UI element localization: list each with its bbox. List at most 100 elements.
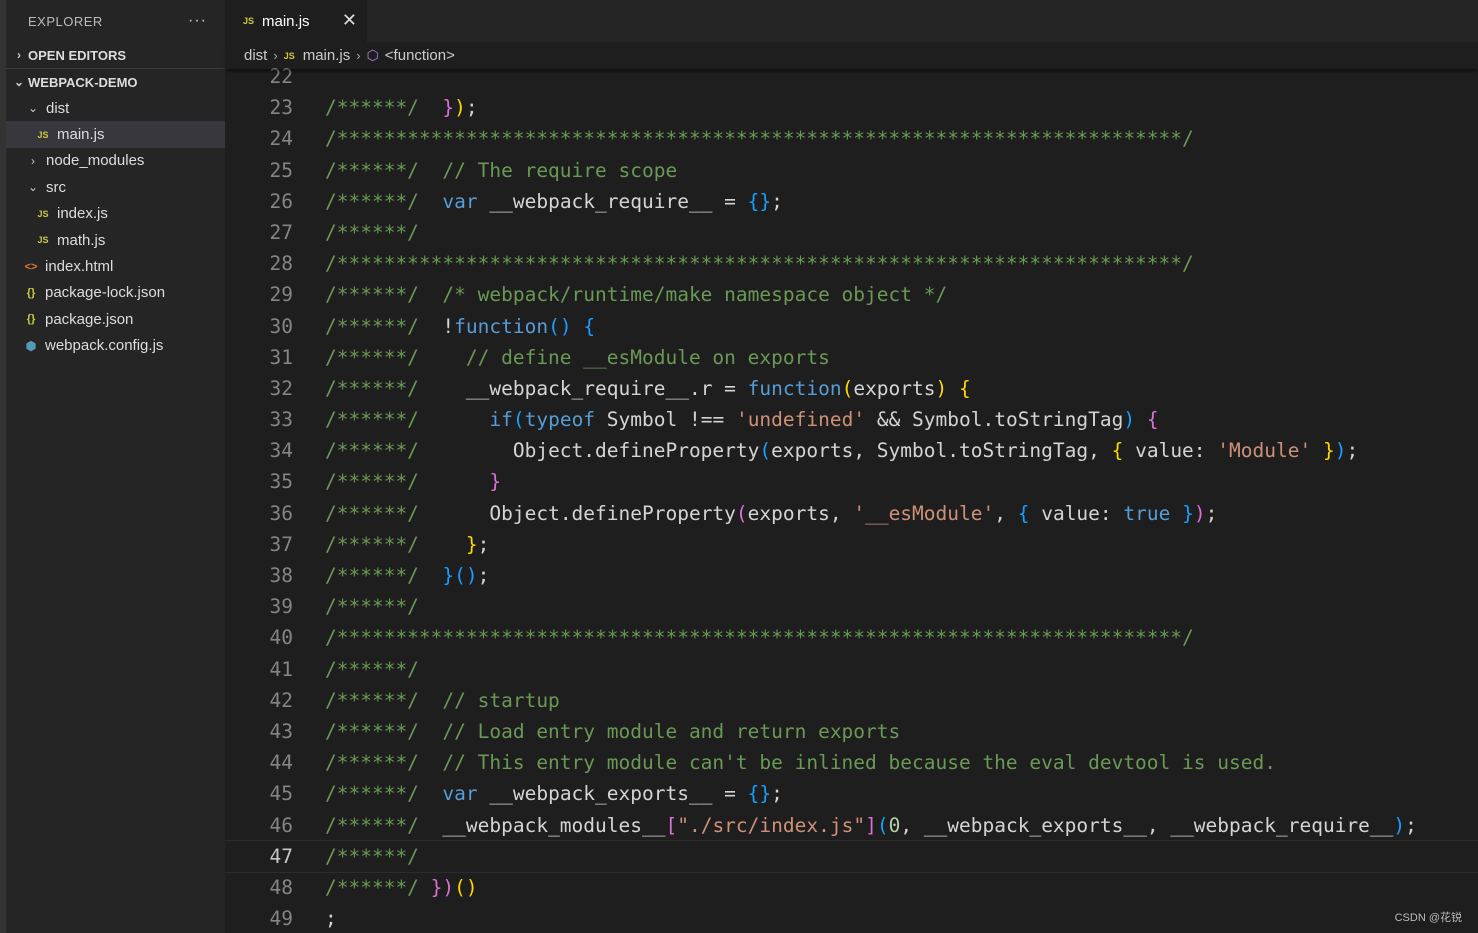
code-line[interactable]: 29 /******/ /* webpack/runtime/make names… [225, 279, 1478, 310]
code-line[interactable]: 34 /******/ Object.defineProperty(exports… [225, 435, 1478, 466]
tree-item-label: package-lock.json [45, 284, 166, 302]
line-content: /******/ } [325, 466, 501, 497]
code-token: } [465, 532, 478, 556]
tree-item-webpack-config-js[interactable]: ⬢ webpack.config.js [6, 333, 225, 359]
code-token: { [1111, 439, 1124, 463]
code-line[interactable]: 37 /******/ }; [225, 529, 1478, 560]
tree-item-math-js[interactable]: JS math.js [6, 227, 225, 253]
code-token: ! [442, 314, 455, 338]
code-line[interactable]: 42 /******/ // startup [225, 685, 1478, 716]
breadcrumb-symbol[interactable]: <function> [385, 47, 455, 64]
code-token: /******/ /* webpack/runtime/make namespa… [325, 283, 948, 307]
code-line[interactable]: 40 /*************************************… [225, 622, 1478, 653]
chevron-right-icon: › [356, 48, 361, 63]
code-token: /***************************************… [325, 252, 1194, 276]
project-section[interactable]: ⌄ WEBPACK-DEMO [6, 68, 225, 95]
line-number: 24 [269, 127, 293, 151]
code-token: , __webpack_exports__, __webpack_require… [900, 813, 1394, 837]
line-number: 49 [269, 907, 293, 931]
code-line[interactable]: 44 /******/ // This entry module can't be… [225, 747, 1478, 778]
line-content: /******/ // startup [325, 685, 560, 716]
tree-item-main-js[interactable]: JS main.js [6, 121, 225, 148]
tree-item-label: node_modules [46, 152, 145, 170]
code-token: if [489, 408, 513, 432]
open-editors-section[interactable]: › OPEN EDITORS [6, 42, 225, 68]
code-token: } [1182, 501, 1194, 525]
code-line[interactable]: 45 /******/ var __webpack_exports__ = {}; [225, 778, 1478, 809]
editor-area: JS main.js ✕ dist › JS main.js › ⬡ <func… [225, 0, 1478, 933]
code-line[interactable]: 24 /*************************************… [225, 123, 1478, 154]
code-line[interactable]: 46 /******/ __webpack_modules__["./src/in… [225, 810, 1478, 841]
line-content: /******/ var __webpack_require__ = {}; [325, 186, 783, 217]
code-token: '__esModule' [853, 501, 995, 525]
line-content: /******/ }); [325, 92, 478, 123]
cube-icon: ⬡ [366, 47, 379, 63]
code-line[interactable]: 31 /******/ // define __esModule on expor… [225, 342, 1478, 373]
code-token: ) [935, 376, 948, 400]
tree-item-package-json[interactable]: {} package.json [6, 306, 225, 332]
code-token: "./src/index.js" [677, 813, 866, 837]
code-token: ; [771, 782, 783, 806]
code-line[interactable]: 32 /******/ __webpack_require__.r = funct… [225, 373, 1478, 404]
chevron-right-icon: › [31, 153, 35, 168]
tree-item-label: index.js [57, 205, 108, 223]
ellipsis-icon[interactable]: ··· [188, 12, 207, 30]
breadcrumb-folder[interactable]: dist [244, 47, 267, 64]
code-line[interactable]: 43 /******/ // Load entry module and retu… [225, 716, 1478, 747]
tree-item-index-js[interactable]: JS index.js [6, 201, 225, 227]
code-line[interactable]: 49; [225, 903, 1478, 933]
tree-item-dist[interactable]: ⌄ dist [6, 95, 225, 121]
breadcrumb-file[interactable]: main.js [303, 47, 351, 64]
code-token: && Symbol.toStringTag [865, 408, 1124, 432]
tree-item-package-lock-json[interactable]: {} package-lock.json [6, 280, 225, 306]
code-line[interactable]: 23 /******/ }); [225, 92, 1478, 123]
js-file-icon: JS [37, 129, 49, 140]
code-token: () [454, 564, 478, 587]
tree-item-src[interactable]: ⌄ src [6, 174, 225, 200]
code-token: exports [853, 376, 936, 400]
code-line[interactable]: 25 /******/ // The require scope [225, 155, 1478, 186]
line-number: 30 [269, 314, 293, 338]
tab-label: main.js [262, 12, 310, 30]
code-line[interactable]: 28 /*************************************… [225, 248, 1478, 279]
line-content: /***************************************… [325, 248, 1194, 279]
code-token: } [430, 875, 443, 899]
code-token: 'Module' [1217, 439, 1312, 463]
line-content: /***************************************… [325, 622, 1194, 653]
code-line[interactable]: 47 /******/ [225, 839, 1478, 873]
line-content: /******/ [325, 654, 419, 685]
close-icon[interactable]: ✕ [342, 10, 357, 31]
tree-item-label: math.js [57, 231, 106, 249]
line-content: /******/ // The require scope [325, 155, 677, 186]
code-token: /******/ [325, 875, 431, 899]
code-token: { [1146, 408, 1159, 432]
code-line[interactable]: 39 /******/ [225, 591, 1478, 622]
tree-item-index-html[interactable]: <> index.html [6, 253, 225, 279]
code-token: ; [1346, 439, 1359, 463]
code-token: exports, Symbol.toStringTag, [771, 439, 1112, 463]
line-number: 47 [269, 844, 293, 868]
code-line[interactable]: 27 /******/ [225, 217, 1478, 248]
chevron-down-icon: ⌄ [27, 101, 39, 116]
code-token: /******/ [325, 220, 419, 244]
code-token: /******/ [325, 844, 419, 868]
code-line[interactable]: 26 /******/ var __webpack_require__ = {}; [225, 186, 1478, 217]
code-token: /******/ [325, 314, 443, 338]
tab-main-js[interactable]: JS main.js ✕ [225, 0, 367, 42]
code-line[interactable]: 48 /******/ })() [225, 872, 1478, 903]
line-content: ; [325, 903, 337, 933]
code-editor[interactable]: 22 23/******/ }); 24/*********************… [225, 61, 1478, 933]
code-line[interactable]: 41 /******/ [225, 654, 1478, 685]
line-content: /******/ if(typeof Symbol !== 'undefined… [325, 404, 1159, 435]
tree-item-label: main.js [57, 126, 105, 144]
code-line[interactable]: 30 /******/ !function() { [225, 311, 1478, 342]
tree-item-node-modules[interactable]: › node_modules [6, 148, 225, 174]
code-token: ; [465, 96, 478, 120]
code-line[interactable]: 33 /******/ if(typeof Symbol !== 'undefin… [225, 404, 1478, 435]
code-line[interactable]: 36 /******/ Object.defineProperty(exports… [225, 498, 1478, 529]
code-token: ; [1205, 501, 1218, 525]
line-content: /******/ __webpack_modules__["./src/inde… [325, 810, 1417, 841]
code-line[interactable]: 35 /******/ } [225, 466, 1478, 497]
code-line[interactable]: 38 /******/ }(); [225, 560, 1478, 591]
